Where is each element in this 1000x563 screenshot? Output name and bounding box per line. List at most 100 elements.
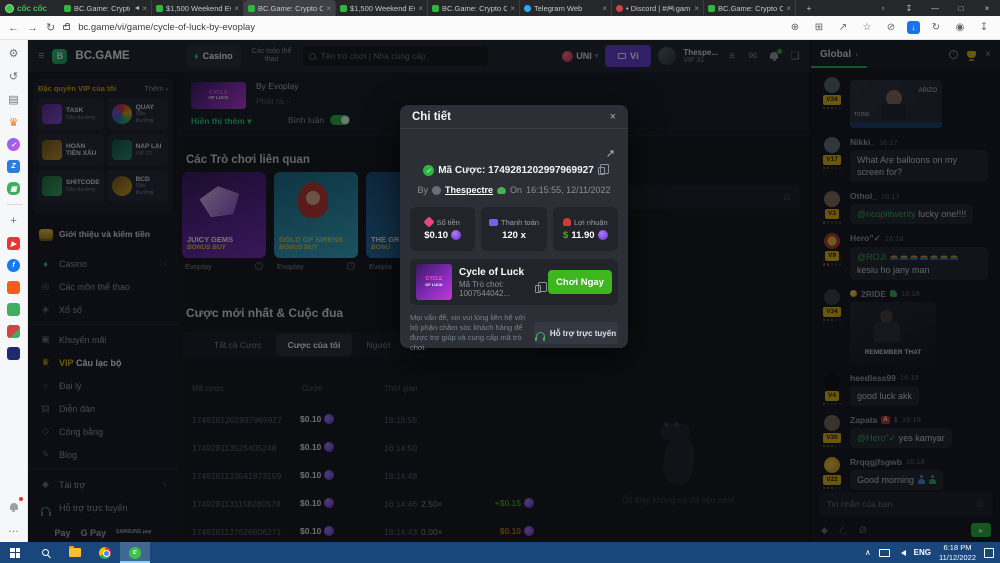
- tab-close-icon[interactable]: ×: [142, 4, 147, 13]
- windows-logo-icon: [10, 548, 20, 558]
- bcgame-favicon: [64, 5, 71, 12]
- reload-icon[interactable]: ↻: [46, 21, 55, 34]
- window-maximize-button[interactable]: □: [948, 0, 974, 16]
- tab-close-icon[interactable]: ×: [234, 4, 239, 13]
- green-app-icon[interactable]: [7, 303, 20, 316]
- tray-expand-icon[interactable]: ∧: [865, 548, 871, 557]
- add-shortcut-icon[interactable]: +: [7, 214, 21, 228]
- tab-close-icon[interactable]: ×: [510, 4, 515, 13]
- taskbar-search[interactable]: [30, 542, 60, 563]
- folder-icon: [69, 548, 81, 557]
- download-manager-icon[interactable]: ↓: [907, 21, 920, 34]
- browser-tab-5[interactable]: BC.Game: Crypto Ca×: [428, 0, 520, 16]
- tab-close-icon[interactable]: ×: [602, 4, 607, 13]
- game-thumbnail: CYCLEOF LUCK: [416, 264, 452, 300]
- share-page-icon[interactable]: ↗: [835, 22, 851, 33]
- pip-icon[interactable]: ▫: [870, 0, 896, 16]
- stat-amount: Số tiền $0.10: [410, 207, 475, 251]
- navy-app-icon[interactable]: [7, 347, 20, 360]
- language-indicator[interactable]: ENG: [914, 548, 931, 557]
- windows-taskbar: c ∧ ENG 6:18 PM11/12/2022: [0, 542, 1000, 563]
- network-icon[interactable]: [879, 549, 890, 557]
- back-icon[interactable]: ←: [8, 22, 19, 34]
- coin-icon: [451, 230, 461, 240]
- bcgame-favicon: [156, 5, 163, 12]
- volume-icon[interactable]: [898, 550, 906, 556]
- address-bar[interactable]: bc.game/vi/game/cycle-of-luck-by-evoplay: [78, 22, 779, 33]
- verified-check-icon: ✓: [423, 165, 434, 176]
- tab-close-icon[interactable]: ×: [326, 4, 331, 13]
- coccoc-icon: c: [129, 547, 141, 559]
- melon-app-icon[interactable]: [7, 325, 20, 338]
- page-viewport: ≡ B BC.GAME Đặc quyền VIP của tôi Thêm ›…: [28, 40, 1000, 542]
- coccoc-taskbar-item-active[interactable]: c: [120, 542, 150, 563]
- newsfeed-icon[interactable]: ▤: [7, 92, 21, 106]
- orange-app-icon[interactable]: [7, 281, 20, 294]
- new-tab-button[interactable]: +: [796, 0, 822, 16]
- browser-tab-bar: cốc cốc BC.Game: Crypto× $1,500 Weekend …: [0, 0, 1000, 16]
- stat-profit: Lợi nhuận $11.90: [553, 207, 618, 251]
- window-close-button[interactable]: ×: [974, 0, 1000, 16]
- modal-close-icon[interactable]: ×: [610, 111, 616, 123]
- browser-tab-1[interactable]: BC.Game: Crypto×: [60, 0, 152, 16]
- headset-icon: [536, 332, 545, 338]
- share-icon[interactable]: ↗: [606, 147, 615, 160]
- notifications-bell-icon[interactable]: [7, 499, 21, 513]
- browser-toolbar: ← → ↻ bc.game/vi/game/cycle-of-luck-by-e…: [0, 16, 1000, 40]
- settings-gear-icon[interactable]: ⚙: [7, 46, 21, 60]
- bet-details-modal: Chi tiết × ↗ ✓ Mã Cược: 1749281202997969…: [400, 105, 628, 348]
- dice-icon: [424, 216, 435, 227]
- search-icon: [42, 549, 49, 556]
- browser-tab-7[interactable]: • Discord | #🎮gam×: [612, 0, 704, 16]
- copy-icon[interactable]: [535, 285, 541, 293]
- downloads-icon[interactable]: ↧: [976, 22, 992, 33]
- sidebar-divider: [6, 204, 22, 205]
- profile-icon[interactable]: ◉: [952, 22, 968, 33]
- window-minimize-button[interactable]: —: [922, 0, 948, 16]
- chrome-taskbar-item[interactable]: [90, 542, 120, 563]
- mini-avatar: [432, 186, 441, 195]
- bcgame-favicon: [248, 5, 255, 12]
- taskbar-clock[interactable]: 6:18 PM11/12/2022: [939, 543, 976, 562]
- tab-close-icon[interactable]: ×: [418, 4, 423, 13]
- adblock-icon[interactable]: ⊘: [883, 22, 899, 33]
- bet-id: Mã Cược: 1749281202997969927: [438, 165, 594, 176]
- tab-close-icon[interactable]: ×: [694, 4, 699, 13]
- browser-tab-3-active[interactable]: BC.Game: Crypto Ca×: [244, 0, 336, 16]
- copy-icon[interactable]: [598, 167, 605, 175]
- sync-icon[interactable]: ↻: [928, 22, 944, 33]
- download-bar-icon[interactable]: ↧: [896, 0, 922, 16]
- bookmark-star-icon[interactable]: ☆: [859, 22, 875, 33]
- live-support-button[interactable]: Hỗ trợ trực tuyến: [534, 322, 618, 344]
- modal-title: Chi tiết: [412, 111, 451, 123]
- messenger-icon[interactable]: ✓: [7, 138, 20, 151]
- chip-icon: [563, 218, 571, 226]
- facebook-icon[interactable]: f: [7, 259, 20, 272]
- youtube-icon[interactable]: ▶: [7, 237, 20, 250]
- translate-icon[interactable]: ⊞: [811, 22, 827, 33]
- file-explorer[interactable]: [60, 542, 90, 563]
- more-options-icon[interactable]: …: [7, 522, 21, 536]
- save-page-icon[interactable]: ⊕: [787, 22, 803, 33]
- tab-close-icon[interactable]: ×: [786, 4, 791, 13]
- play-now-button[interactable]: Chơi Ngay: [548, 270, 612, 294]
- browser-tab-8[interactable]: BC.Game: Crypto Ca×: [704, 0, 796, 16]
- coin-icon: [598, 230, 608, 240]
- crown-vip-icon[interactable]: ♛: [7, 115, 21, 129]
- telegram-favicon: [524, 5, 531, 12]
- start-button[interactable]: [0, 542, 30, 563]
- modal-game-card: CYCLEOF LUCK Cycle of Luck Mã Trò chơi: …: [410, 259, 618, 305]
- action-center-icon[interactable]: [984, 548, 994, 558]
- coccoc-logo: cốc cốc: [0, 4, 60, 13]
- bcgame-favicon: [340, 5, 347, 12]
- history-icon[interactable]: ↺: [7, 69, 21, 83]
- bettor-name[interactable]: Thespectre: [445, 185, 493, 195]
- browser-tab-2[interactable]: $1,500 Weekend Ev×: [152, 0, 244, 16]
- gamepad-icon[interactable]: ▣: [7, 182, 20, 195]
- zalo-icon[interactable]: Z: [7, 160, 20, 173]
- browser-tab-4[interactable]: $1,500 Weekend Ev×: [336, 0, 428, 16]
- lock-icon: [63, 25, 70, 30]
- chrome-icon: [99, 547, 111, 559]
- forward-icon[interactable]: →: [27, 22, 38, 34]
- browser-tab-6[interactable]: Telegram Web×: [520, 0, 612, 16]
